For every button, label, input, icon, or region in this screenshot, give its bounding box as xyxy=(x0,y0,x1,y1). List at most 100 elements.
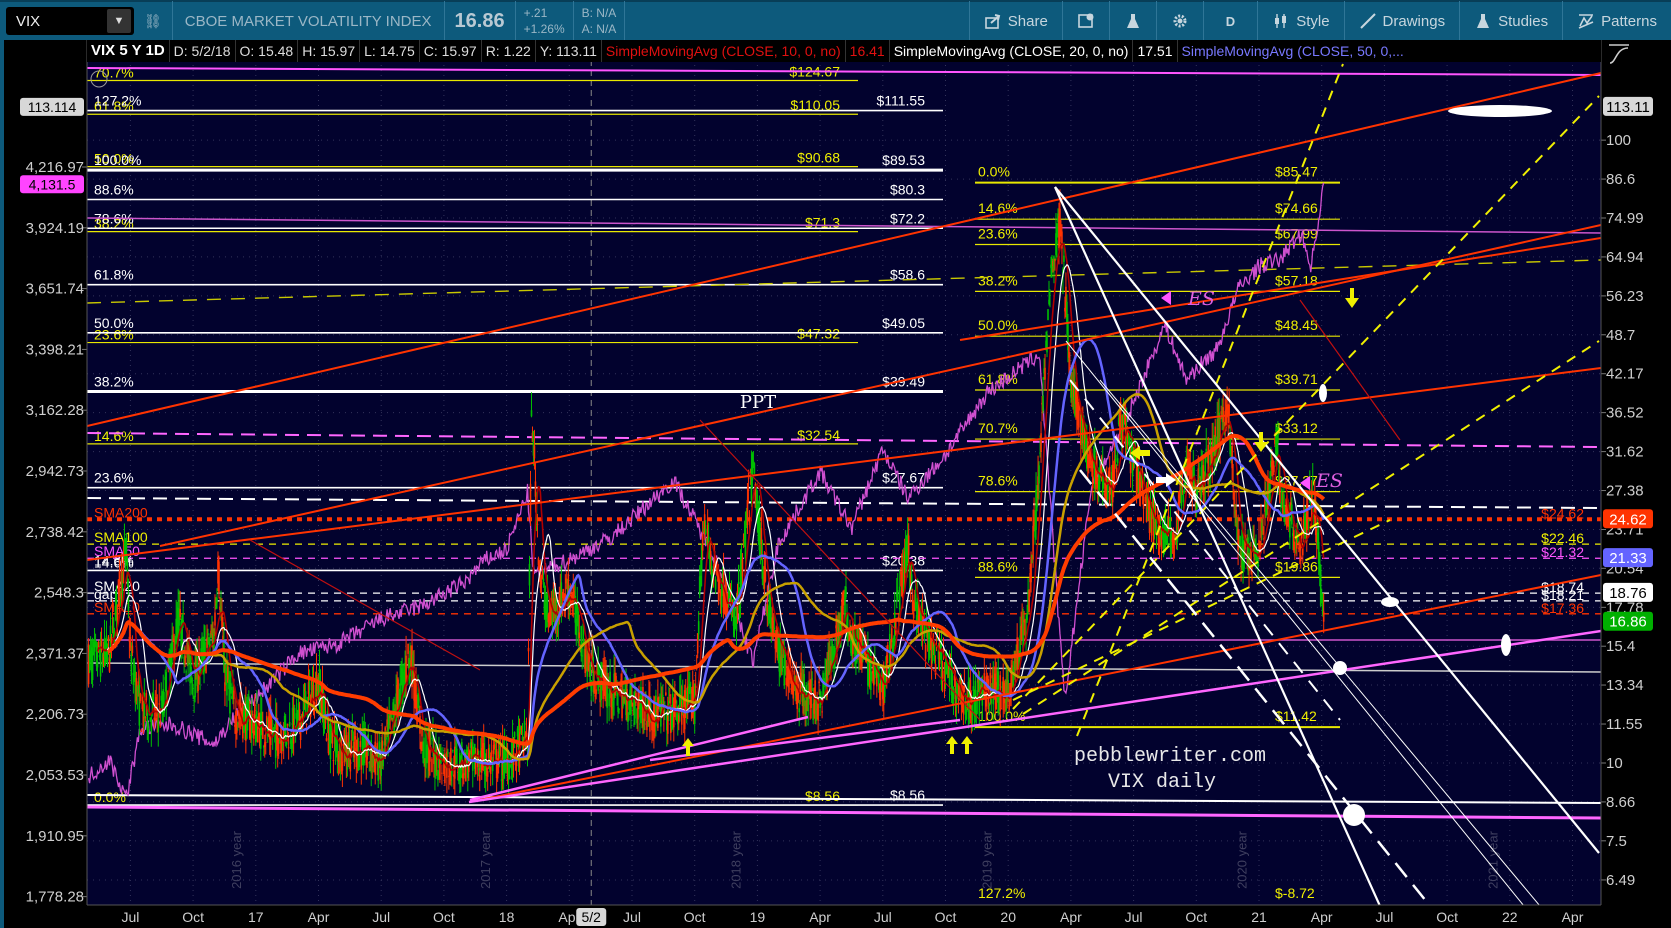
watermark-site: pebblewriter.com xyxy=(1074,745,1266,768)
sma20-value: 17.51 xyxy=(1133,40,1178,62)
x-axis-label: 17 xyxy=(248,909,264,925)
vix-bar xyxy=(140,730,143,732)
vix-bar xyxy=(157,719,160,732)
fib-percent-label: 38.2% xyxy=(978,272,1018,288)
fib-price-label: $39.71 xyxy=(1275,371,1318,387)
fib-percent-label: 88.6% xyxy=(94,181,134,197)
x-axis-label: Jul xyxy=(1125,909,1143,925)
vix-bar xyxy=(131,645,134,654)
vix-bar xyxy=(332,760,335,762)
vix-bar xyxy=(159,725,162,727)
fib-price-label: $49.05 xyxy=(882,315,925,331)
info-close: C: 15.97 xyxy=(420,40,482,62)
vix-bar xyxy=(1205,448,1208,452)
right-axis-label: 27.38 xyxy=(1606,483,1644,500)
vix-bar xyxy=(513,732,516,739)
vix-bar xyxy=(1116,458,1119,464)
vix-bar xyxy=(1233,491,1235,505)
es-annotation: ES xyxy=(1315,470,1343,492)
fib-percent-label: 14.6% xyxy=(94,428,134,444)
vix-bar xyxy=(665,692,667,696)
x-axis-label: Oct xyxy=(1185,909,1207,925)
vix-bar xyxy=(753,463,756,474)
x-axis-label: Jul xyxy=(874,909,892,925)
right-axis-label: 15.4 xyxy=(1606,638,1635,655)
vix-bar xyxy=(845,586,847,597)
white-dot-marker xyxy=(1381,597,1399,607)
vix-bar xyxy=(456,748,458,765)
vix-bar xyxy=(536,523,539,525)
fib-price-label: $89.53 xyxy=(882,152,925,168)
vix-bar xyxy=(1000,708,1003,710)
vix-bar xyxy=(529,483,532,521)
vix-bar xyxy=(354,736,357,740)
vix-bar xyxy=(359,741,362,747)
vix-bar xyxy=(441,772,443,774)
x-axis-label: Oct xyxy=(684,909,706,925)
fib-price-label: $48.45 xyxy=(1275,317,1318,333)
vix-bar xyxy=(145,693,148,701)
vix-bar xyxy=(1056,240,1058,245)
right-axis-label: 42.17 xyxy=(1606,366,1644,383)
vix-bar xyxy=(615,675,617,681)
vix-bar xyxy=(748,520,751,522)
fib-price-label: $80.3 xyxy=(890,181,925,197)
vix-bar xyxy=(546,595,549,613)
right-axis-label: 8.66 xyxy=(1606,794,1635,811)
left-axis-label: 3,398.21 xyxy=(26,341,84,358)
vix-bar xyxy=(618,708,620,710)
sma-price-label: $24.62 xyxy=(1541,505,1584,521)
vix-bar xyxy=(990,698,993,704)
vix-bar xyxy=(264,741,267,743)
vix-bar xyxy=(963,685,966,693)
expand-chart-icon[interactable] xyxy=(1606,42,1632,66)
vix-bar xyxy=(147,727,150,732)
vix-bar xyxy=(486,770,489,777)
vix-bar xyxy=(1166,536,1169,545)
vix-bar xyxy=(941,670,944,679)
vix-bar xyxy=(185,671,187,673)
left-axis-label: 2,053.53 xyxy=(26,767,84,784)
info-date: D: 5/2/18 xyxy=(170,40,236,62)
x-axis-label: Jul xyxy=(121,909,139,925)
sma10-study[interactable]: SimpleMovingAvg (CLOSE, 10, 0, no) xyxy=(602,40,846,62)
sma50-study[interactable]: SimpleMovingAvg (CLOSE, 50, 0,... xyxy=(1178,40,1408,62)
vix-bar xyxy=(1063,255,1065,262)
sma10-value: 16.41 xyxy=(846,40,890,62)
fib-price-label: $-8.72 xyxy=(1275,885,1315,901)
left-axis-label: 3,651.74 xyxy=(26,281,84,298)
vix-bar xyxy=(341,761,344,771)
vix-bar xyxy=(205,664,207,674)
vix-bar xyxy=(1049,294,1051,296)
vix-bar xyxy=(533,445,536,459)
price-badge-label: 113.11 xyxy=(1606,99,1650,116)
x-axis-label: 22 xyxy=(1502,909,1518,925)
vix-bar xyxy=(542,578,545,582)
vix-bar xyxy=(741,559,744,577)
x-axis-label: Oct xyxy=(433,909,455,925)
vix-bar xyxy=(139,693,142,702)
sma20-study[interactable]: SimpleMovingAvg (CLOSE, 20, 0, no) xyxy=(890,40,1134,62)
sma-price-label: $17.36 xyxy=(1541,600,1584,616)
vix-chart[interactable]: 2016 year 2017 year 2018 year 2019 year 2020… xyxy=(0,0,1671,928)
vix-bar xyxy=(216,598,218,603)
vix-bar xyxy=(478,774,481,781)
vix-bar xyxy=(578,632,581,638)
vix-bar xyxy=(1222,407,1224,423)
vix-bar xyxy=(1228,404,1230,416)
fib-price-label: $111.55 xyxy=(876,93,925,109)
right-axis-label: 100 xyxy=(1606,132,1631,149)
sma-price-label: $21.32 xyxy=(1541,544,1584,560)
year-watermark: 2018 year xyxy=(729,830,744,888)
price-badge-label: 18.76 xyxy=(1609,585,1647,602)
vix-bar xyxy=(1262,514,1264,519)
vix-bar xyxy=(1183,490,1186,492)
vix-bar xyxy=(764,567,767,582)
vix-bar xyxy=(1040,433,1042,453)
vix-bar xyxy=(528,563,531,586)
left-axis-label: 3,162.28 xyxy=(26,402,84,419)
fib-percent-label: 78.6% xyxy=(978,473,1018,489)
x-axis-label: Oct xyxy=(935,909,957,925)
vix-bar xyxy=(1042,395,1044,411)
vix-bar xyxy=(924,644,927,659)
